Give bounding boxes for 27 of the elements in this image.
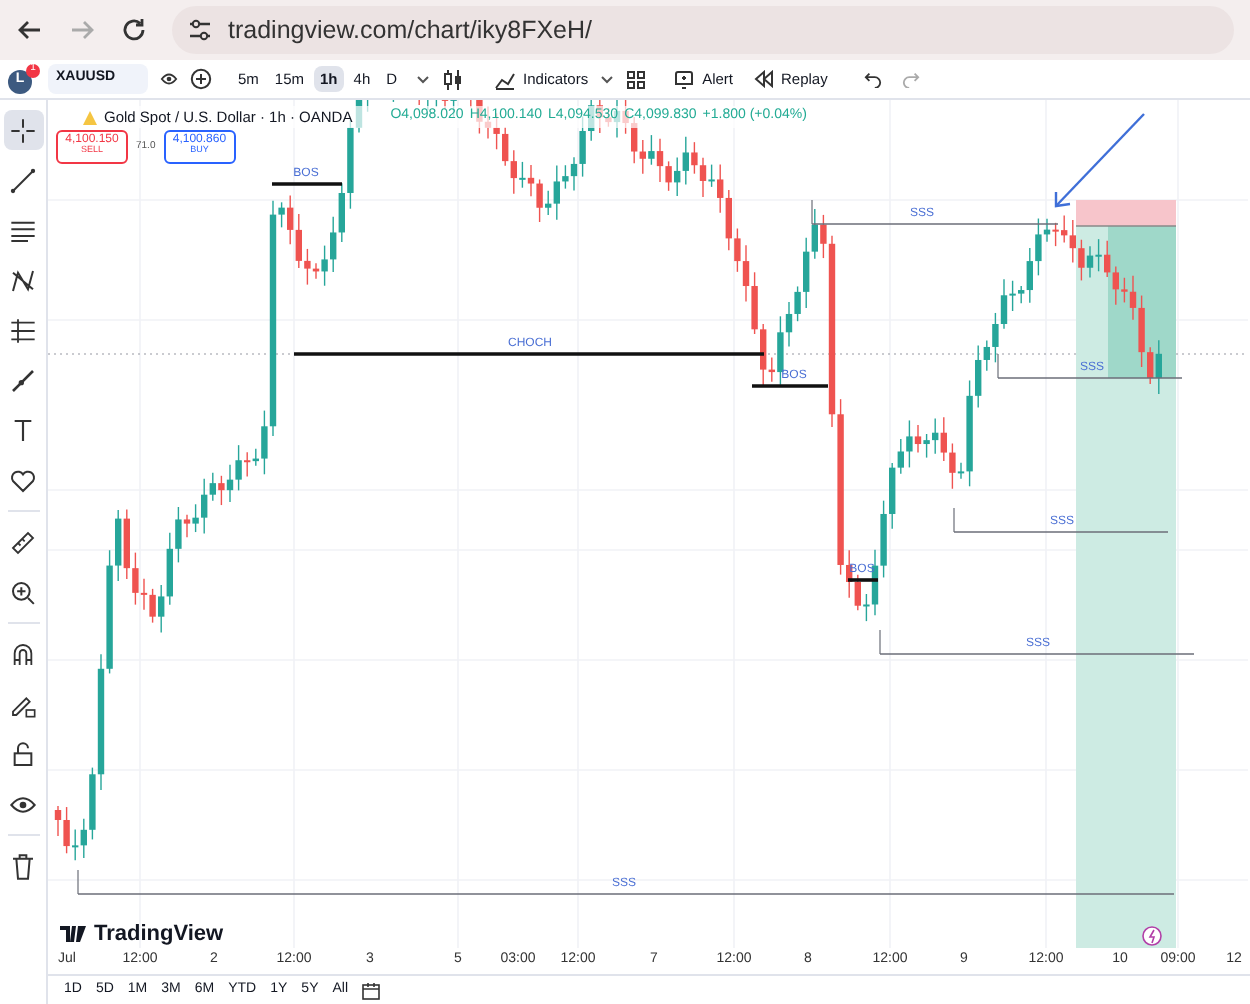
lightning-icon[interactable] bbox=[1142, 926, 1162, 946]
rewind-icon bbox=[753, 70, 773, 88]
candles-icon[interactable] bbox=[441, 67, 466, 91]
logo-icon bbox=[60, 926, 86, 943]
crosshair-icon[interactable] bbox=[3, 110, 43, 150]
address-bar[interactable]: tradingview.com/chart/iky8FXeH/ bbox=[172, 6, 1234, 54]
liquidity-line[interactable] bbox=[953, 507, 1169, 533]
eye-icon[interactable] bbox=[160, 70, 178, 88]
calendar-icon[interactable] bbox=[362, 981, 381, 999]
warning-icon bbox=[82, 109, 98, 126]
liquidity-line[interactable] bbox=[879, 629, 1195, 655]
undo-icon[interactable] bbox=[863, 70, 882, 88]
layout-grid-icon[interactable] bbox=[626, 69, 647, 89]
short-position-drawing[interactable] bbox=[1075, 200, 1177, 948]
reload-icon[interactable] bbox=[120, 16, 148, 44]
liquidity-line[interactable] bbox=[811, 199, 1059, 225]
back-icon[interactable] bbox=[16, 16, 44, 44]
chart-line-icon bbox=[493, 69, 516, 89]
liquidity-line[interactable] bbox=[77, 869, 1175, 895]
url-text: tradingview.com/chart/iky8FXeH/ bbox=[228, 13, 593, 48]
brand-logo-text: TradingView bbox=[94, 920, 224, 948]
chevron-icon[interactable] bbox=[600, 72, 615, 86]
arrow-drawing[interactable] bbox=[1054, 113, 1145, 208]
add-symbol-icon[interactable] bbox=[190, 68, 212, 90]
liquidity-line[interactable] bbox=[997, 353, 1183, 379]
site-settings-icon[interactable] bbox=[188, 18, 212, 42]
chevron-icon[interactable] bbox=[415, 72, 430, 86]
